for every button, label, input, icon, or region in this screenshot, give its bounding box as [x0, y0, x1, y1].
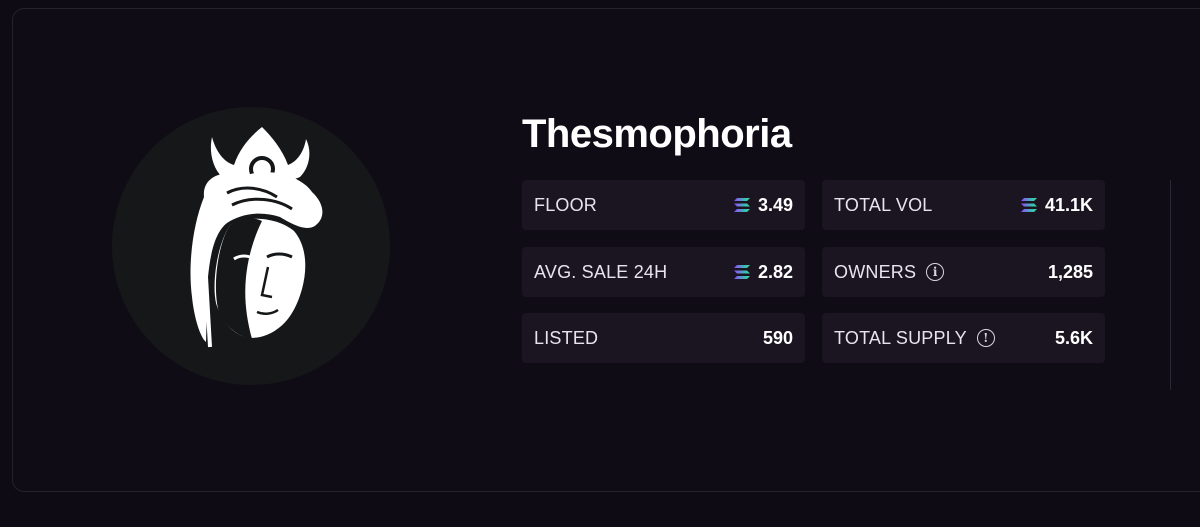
section-divider: [1170, 180, 1171, 390]
alert-icon[interactable]: !: [976, 329, 995, 347]
stat-floor-value-wrap: 3.49: [733, 194, 793, 216]
collection-avatar: [112, 107, 390, 385]
stat-avg-sale-value-wrap: 2.82: [733, 261, 793, 283]
solana-icon: [733, 265, 750, 279]
stat-total-vol-value: 41.1K: [1044, 194, 1093, 215]
stat-total-supply-label: TOTAL SUPPLY: [834, 327, 967, 348]
stat-total-vol-label: TOTAL VOL: [834, 194, 933, 215]
stat-avg-sale: AVG. SALE 24H 2.82: [522, 247, 805, 297]
stat-total-vol: TOTAL VOL 41.1K: [822, 180, 1105, 230]
stat-listed-label: LISTED: [534, 327, 599, 348]
solana-icon: [733, 198, 750, 212]
stat-total-supply: TOTAL SUPPLY ! 5.6K: [822, 313, 1105, 363]
stat-total-supply-value: 5.6K: [1054, 327, 1093, 348]
stat-avg-sale-value: 2.82: [757, 261, 793, 282]
goddess-portrait-icon: [190, 127, 323, 348]
info-icon[interactable]: i: [926, 263, 945, 281]
collection-title: Thesmophoria: [522, 112, 792, 156]
stat-total-vol-value-wrap: 41.1K: [1020, 194, 1093, 216]
stat-owners: OWNERS i 1,285: [822, 247, 1105, 297]
solana-icon: [1020, 198, 1037, 212]
stat-avg-sale-label: AVG. SALE 24H: [534, 261, 668, 282]
stat-floor-label: FLOOR: [534, 194, 598, 215]
stat-listed-value: 590: [762, 327, 793, 348]
stat-listed: LISTED 590: [522, 313, 805, 363]
stat-owners-label: OWNERS: [834, 261, 917, 282]
stat-floor-value: 3.49: [757, 194, 793, 215]
stat-floor: FLOOR 3.49: [522, 180, 805, 230]
stat-owners-value: 1,285: [1047, 261, 1093, 282]
